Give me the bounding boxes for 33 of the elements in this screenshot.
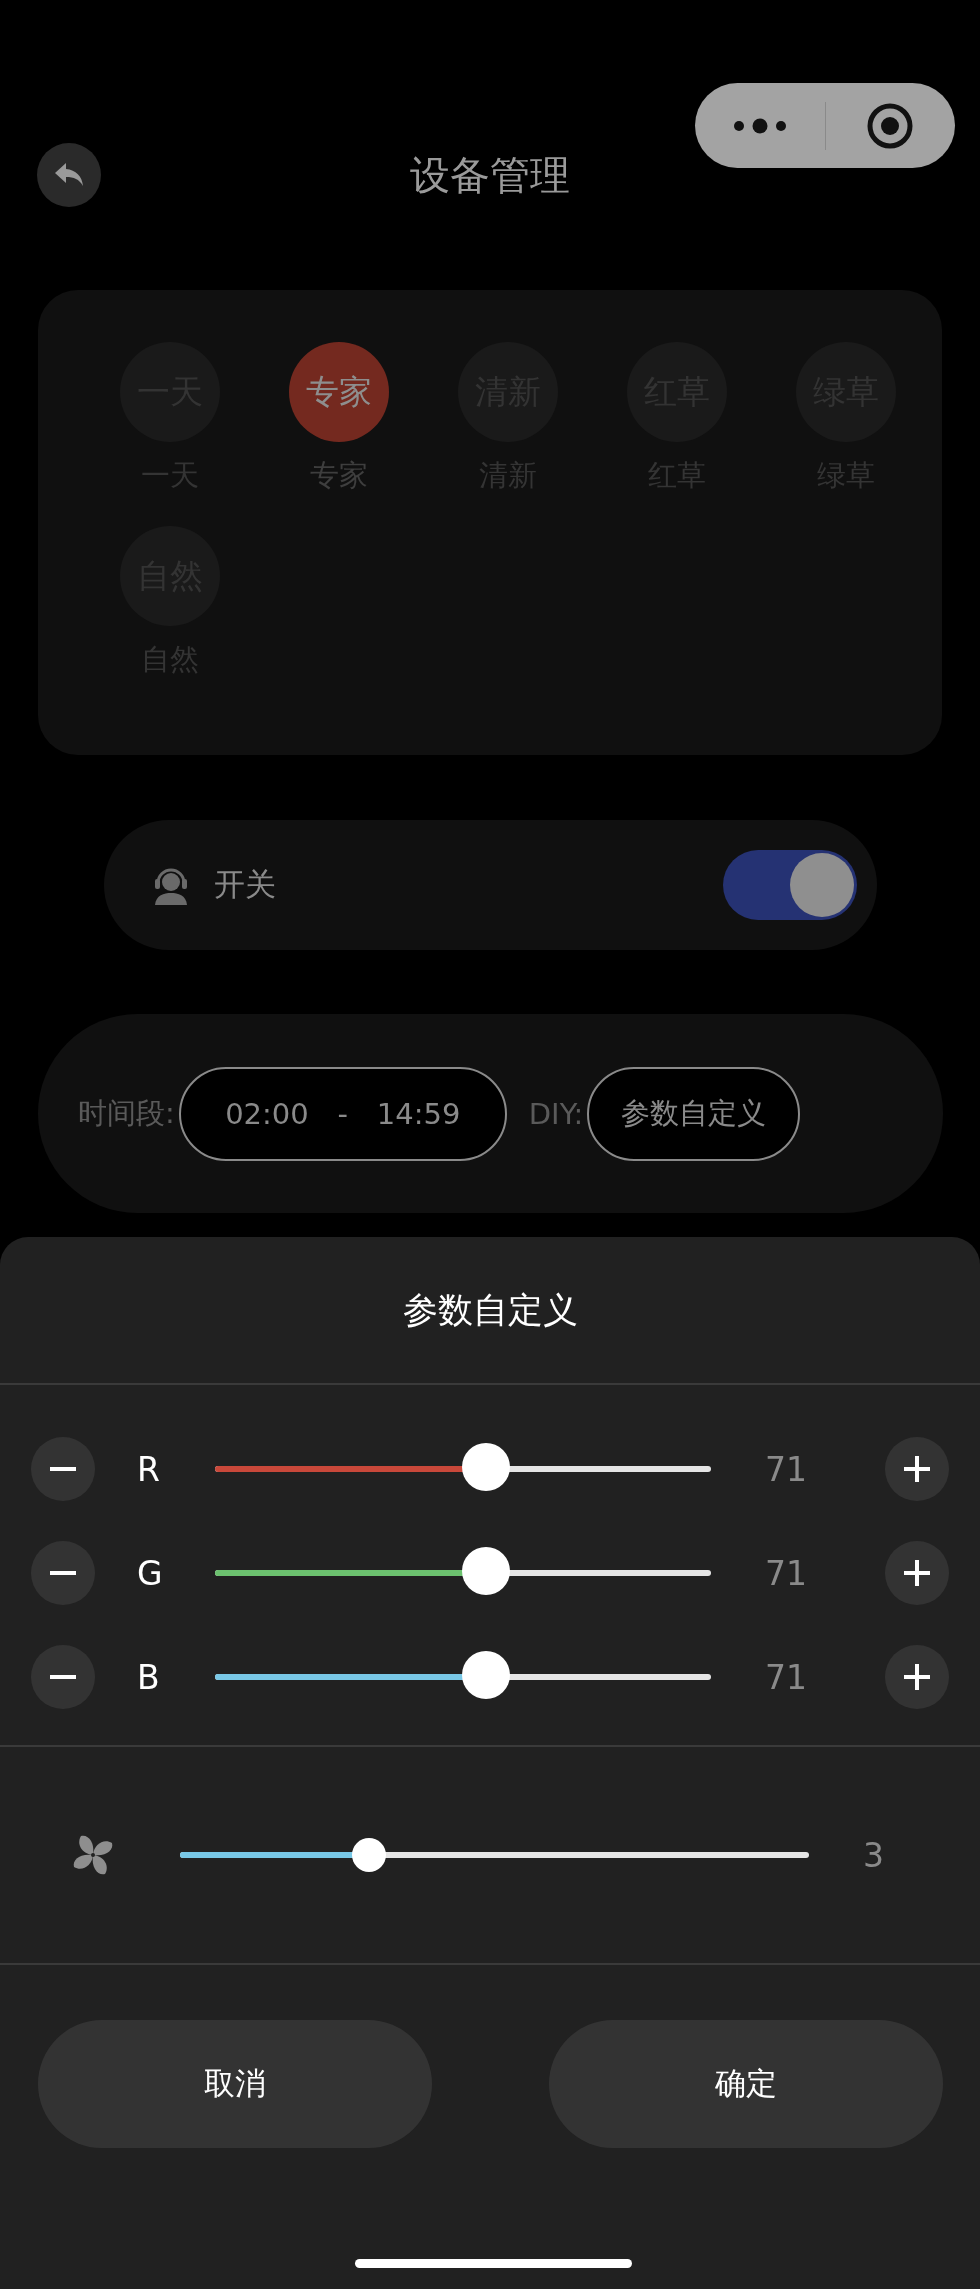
channel-label: B	[137, 1657, 161, 1697]
cancel-button[interactable]: 取消	[38, 2020, 432, 2148]
time-range-field[interactable]: 02:00 - 14:59	[178, 1066, 507, 1161]
plus-icon	[904, 1560, 930, 1586]
plus-icon	[904, 1664, 930, 1690]
fan-speed-value: 3	[863, 1835, 884, 1875]
confirm-button[interactable]: 确定	[549, 2020, 943, 2148]
slider-thumb[interactable]	[461, 1547, 510, 1595]
more-icon[interactable]	[732, 117, 787, 134]
page-title: 设备管理	[410, 150, 570, 200]
channel-value: 71	[765, 1553, 808, 1593]
diy-label: DIY:	[528, 1096, 584, 1131]
slider-thumb[interactable]	[461, 1651, 510, 1699]
time-separator: -	[337, 1096, 348, 1131]
sheet-title: 参数自定义	[402, 1288, 578, 1332]
channel-value: 71	[765, 1657, 808, 1697]
power-label: 开关	[214, 865, 277, 904]
end-time: 14:59	[376, 1096, 461, 1131]
channel-label: G	[137, 1553, 164, 1593]
back-arrow-icon	[54, 162, 84, 188]
minus-icon	[50, 1675, 76, 1679]
time-range-label: 时间段:	[78, 1094, 175, 1132]
minus-icon	[50, 1571, 76, 1575]
close-icon[interactable]	[866, 101, 915, 150]
mode-button[interactable]: 专家	[288, 342, 389, 442]
channel-value: 71	[765, 1449, 808, 1489]
start-time: 02:00	[225, 1096, 309, 1131]
plus-icon	[904, 1456, 930, 1482]
slider-thumb[interactable]	[461, 1443, 510, 1491]
minus-icon	[50, 1467, 76, 1471]
custom-params-button[interactable]: 参数自定义	[587, 1066, 801, 1161]
channel-label: R	[137, 1449, 161, 1489]
slider-thumb[interactable]	[351, 1838, 386, 1872]
